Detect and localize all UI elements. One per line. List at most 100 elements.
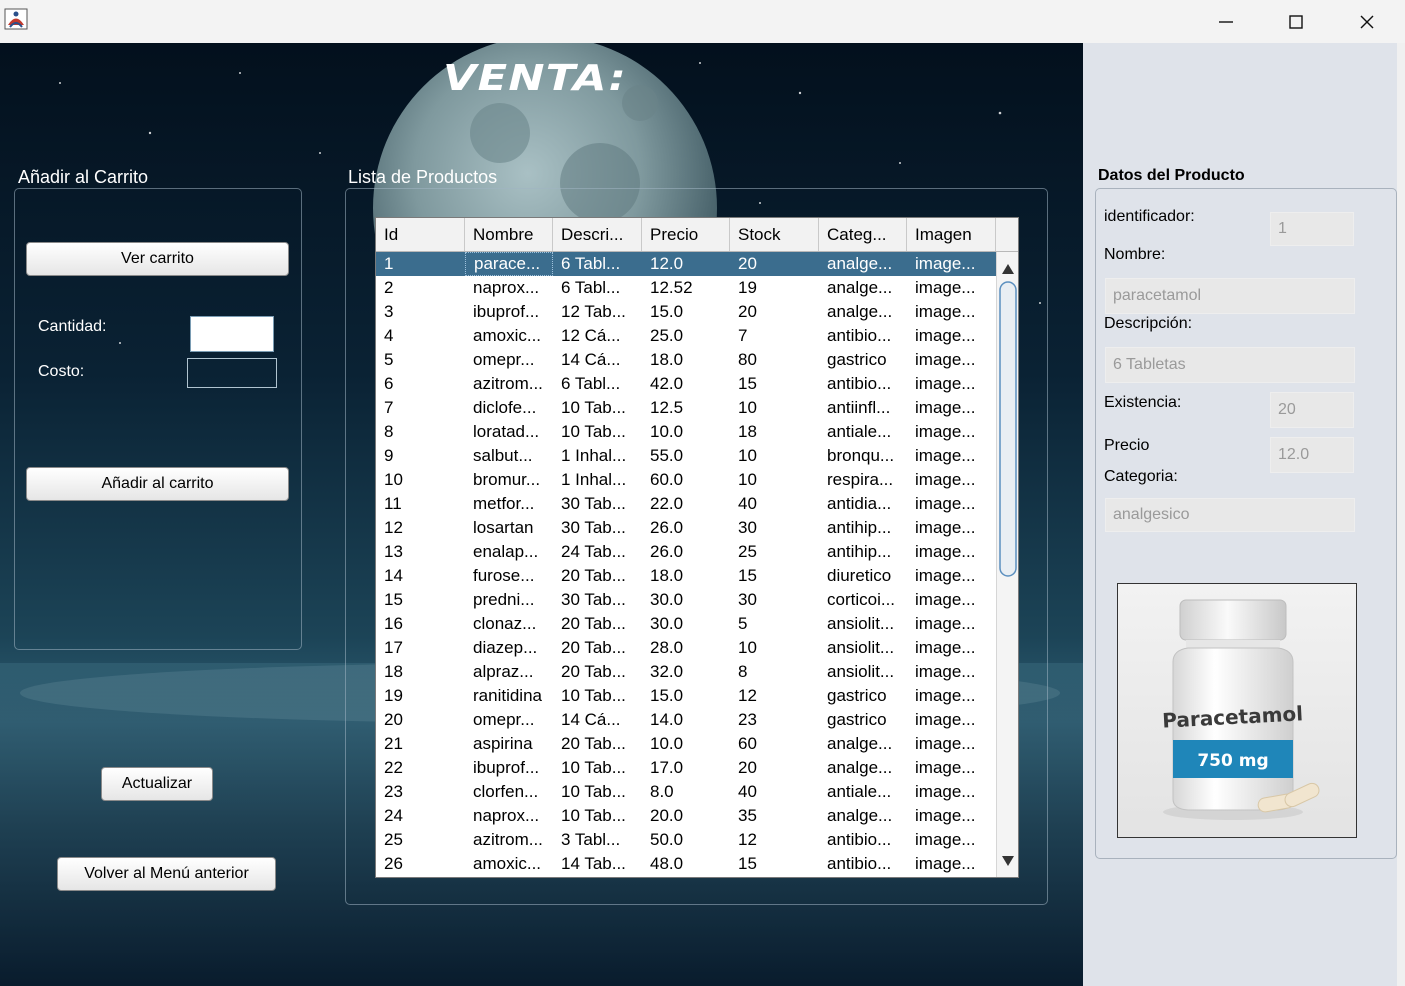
cell-stock[interactable]: 5 xyxy=(730,612,819,636)
cell-price[interactable]: 15.0 xyxy=(642,300,730,324)
back-to-menu-button[interactable]: Volver al Menú anterior xyxy=(57,857,276,891)
cell-category[interactable]: diuretico xyxy=(819,564,907,588)
cell-category[interactable]: gastrico xyxy=(819,684,907,708)
cell-name[interactable]: bromur... xyxy=(465,468,553,492)
column-header-category[interactable]: Categ... xyxy=(819,218,907,251)
cell-image[interactable]: image... xyxy=(907,708,996,732)
cell-image[interactable]: image... xyxy=(907,324,996,348)
cell-category[interactable]: antihip... xyxy=(819,516,907,540)
cell-name[interactable]: clorfen... xyxy=(465,780,553,804)
cell-stock[interactable]: 80 xyxy=(730,348,819,372)
cell-stock[interactable]: 23 xyxy=(730,708,819,732)
cell-name[interactable]: azitrom... xyxy=(465,372,553,396)
table-row[interactable]: 13 enalap... 24 Tab... 26.0 25 antihip... imag… xyxy=(376,540,996,564)
cell-image[interactable]: image... xyxy=(907,540,996,564)
cell-category[interactable]: ansiolit... xyxy=(819,636,907,660)
cell-category[interactable]: antihip... xyxy=(819,540,907,564)
cell-stock[interactable]: 15 xyxy=(730,372,819,396)
cell-price[interactable]: 17.0 xyxy=(642,756,730,780)
cell-id[interactable]: 8 xyxy=(376,420,465,444)
cell-description[interactable]: 6 Tabl... xyxy=(553,372,642,396)
column-header-price[interactable]: Precio xyxy=(642,218,730,251)
cell-stock[interactable]: 35 xyxy=(730,804,819,828)
cell-stock[interactable]: 40 xyxy=(730,780,819,804)
cell-image[interactable]: image... xyxy=(907,852,996,876)
cell-description[interactable]: 14 Cá... xyxy=(553,708,642,732)
cell-name[interactable]: alpraz... xyxy=(465,660,553,684)
cell-price[interactable]: 32.0 xyxy=(642,660,730,684)
cell-description[interactable]: 20 Tab... xyxy=(553,636,642,660)
cell-price[interactable]: 12.0 xyxy=(642,252,730,276)
cell-price[interactable]: 28.0 xyxy=(642,636,730,660)
column-header-name[interactable]: Nombre xyxy=(465,218,553,251)
cell-category[interactable]: analge... xyxy=(819,732,907,756)
cell-image[interactable]: image... xyxy=(907,612,996,636)
cell-id[interactable]: 26 xyxy=(376,852,465,876)
column-header-description[interactable]: Descri... xyxy=(553,218,642,251)
cell-stock[interactable]: 15 xyxy=(730,564,819,588)
cell-price[interactable]: 26.0 xyxy=(642,516,730,540)
cell-id[interactable]: 10 xyxy=(376,468,465,492)
scrollbar-thumb[interactable] xyxy=(999,281,1017,577)
cell-price[interactable]: 50.0 xyxy=(642,828,730,852)
table-row[interactable]: 21 aspirina 20 Tab... 10.0 60 analge... image.… xyxy=(376,732,996,756)
cell-name[interactable]: loratad... xyxy=(465,420,553,444)
cell-id[interactable]: 2 xyxy=(376,276,465,300)
cell-image[interactable]: image... xyxy=(907,636,996,660)
cell-price[interactable]: 14.0 xyxy=(642,708,730,732)
cell-category[interactable]: ansiolit... xyxy=(819,660,907,684)
table-row[interactable]: 2 naprox... 6 Tabl... 12.52 19 analge... image… xyxy=(376,276,996,300)
minimize-button[interactable] xyxy=(1191,0,1261,43)
cell-category[interactable]: antibio... xyxy=(819,852,907,876)
cell-id[interactable]: 24 xyxy=(376,804,465,828)
cell-name[interactable]: naprox... xyxy=(465,276,553,300)
cell-price[interactable]: 12.5 xyxy=(642,396,730,420)
cell-id[interactable]: 11 xyxy=(376,492,465,516)
cell-price[interactable]: 20.0 xyxy=(642,804,730,828)
cell-category[interactable]: antibio... xyxy=(819,828,907,852)
cell-id[interactable]: 1 xyxy=(376,252,465,276)
cell-stock[interactable]: 40 xyxy=(730,492,819,516)
view-cart-button[interactable]: Ver carrito xyxy=(26,242,289,276)
cell-image[interactable]: image... xyxy=(907,588,996,612)
cell-stock[interactable]: 8 xyxy=(730,660,819,684)
cell-name[interactable]: ibuprof... xyxy=(465,300,553,324)
cell-id[interactable]: 19 xyxy=(376,684,465,708)
cell-description[interactable]: 10 Tab... xyxy=(553,396,642,420)
cell-description[interactable]: 14 Cá... xyxy=(553,348,642,372)
cell-description[interactable]: 20 Tab... xyxy=(553,660,642,684)
cell-description[interactable]: 30 Tab... xyxy=(553,516,642,540)
cell-id[interactable]: 5 xyxy=(376,348,465,372)
cell-name[interactable]: ranitidina xyxy=(465,684,553,708)
cell-id[interactable]: 7 xyxy=(376,396,465,420)
cell-category[interactable]: analge... xyxy=(819,300,907,324)
cell-image[interactable]: image... xyxy=(907,300,996,324)
cell-image[interactable]: image... xyxy=(907,660,996,684)
cell-description[interactable]: 20 Tab... xyxy=(553,612,642,636)
cell-description[interactable]: 1 Inhal... xyxy=(553,444,642,468)
maximize-button[interactable] xyxy=(1261,0,1331,43)
cell-stock[interactable]: 12 xyxy=(730,684,819,708)
cell-stock[interactable]: 15 xyxy=(730,852,819,876)
cell-image[interactable]: image... xyxy=(907,564,996,588)
table-row[interactable]: 24 naprox... 10 Tab... 20.0 35 analge... image… xyxy=(376,804,996,828)
cell-name[interactable]: clonaz... xyxy=(465,612,553,636)
cell-price[interactable]: 30.0 xyxy=(642,612,730,636)
cell-name[interactable]: amoxic... xyxy=(465,324,553,348)
cell-id[interactable]: 16 xyxy=(376,612,465,636)
cell-description[interactable]: 6 Tabl... xyxy=(553,252,642,276)
table-row[interactable]: 8 loratad... 10 Tab... 10.0 18 antiale... imag… xyxy=(376,420,996,444)
cell-image[interactable]: image... xyxy=(907,804,996,828)
cell-id[interactable]: 20 xyxy=(376,708,465,732)
table-row[interactable]: 25 azitrom... 3 Tabl... 50.0 12 antibio... ima… xyxy=(376,828,996,852)
table-row[interactable]: 11 metfor... 30 Tab... 22.0 40 antidia... imag… xyxy=(376,492,996,516)
cell-name[interactable]: diclofe... xyxy=(465,396,553,420)
cell-image[interactable]: image... xyxy=(907,348,996,372)
cell-price[interactable]: 55.0 xyxy=(642,444,730,468)
cell-description[interactable]: 6 Tabl... xyxy=(553,276,642,300)
cell-price[interactable]: 22.0 xyxy=(642,492,730,516)
cell-category[interactable]: analge... xyxy=(819,756,907,780)
cell-name[interactable]: enalap... xyxy=(465,540,553,564)
cell-description[interactable]: 30 Tab... xyxy=(553,588,642,612)
table-vertical-scrollbar[interactable] xyxy=(996,252,1018,877)
